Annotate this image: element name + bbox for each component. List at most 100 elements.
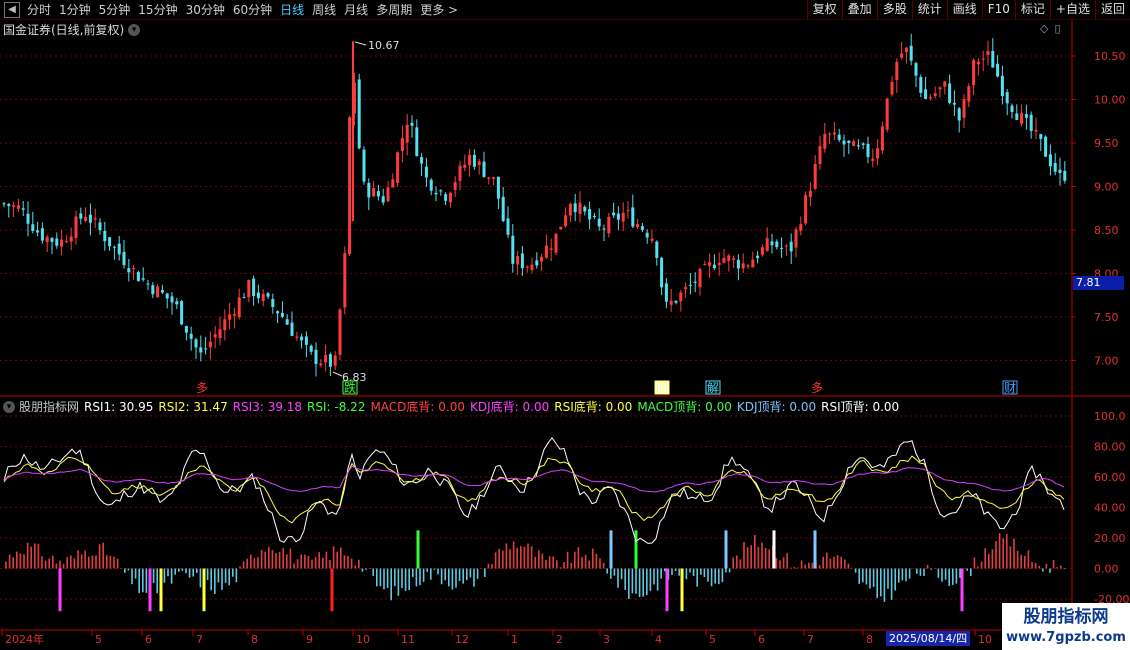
candle-body <box>602 228 606 230</box>
candle-body <box>943 81 947 87</box>
candle-body <box>151 285 155 295</box>
candle-body <box>684 287 688 290</box>
candle-body <box>300 336 304 341</box>
candle-body <box>895 61 899 81</box>
candle-body <box>357 79 361 149</box>
candle-body <box>573 203 577 213</box>
indicator-value: MACD顶背: 0.00 <box>637 400 732 414</box>
candle-body <box>544 245 548 258</box>
candle-body <box>597 218 601 227</box>
candle-body <box>1058 169 1062 173</box>
candle-body <box>199 347 203 353</box>
date-label: 10 <box>978 633 992 646</box>
signal-marker: 多 <box>811 381 823 395</box>
price-tick-label: 7.00 <box>1094 355 1119 368</box>
candle-body <box>496 176 500 199</box>
candle-body <box>660 257 664 288</box>
high-pointer <box>354 41 367 46</box>
candle-body <box>996 63 1000 77</box>
candle-body <box>1010 105 1014 113</box>
candle-body <box>69 236 73 242</box>
price-tick-label: 9.50 <box>1094 137 1119 150</box>
candle-body <box>708 262 712 266</box>
candle-body <box>453 182 457 191</box>
date-label: 6 <box>758 633 765 646</box>
rsi3-line <box>3 465 1065 493</box>
candle-body <box>885 98 889 130</box>
candle-body <box>266 293 270 297</box>
candle-body <box>525 266 529 268</box>
candle-body <box>280 312 284 317</box>
signal-marker: 解 <box>707 381 719 395</box>
candle-body <box>444 194 448 201</box>
candle-body <box>871 158 875 161</box>
candle-body <box>880 126 884 151</box>
signal-marker: 多 <box>196 381 208 395</box>
candle-body <box>564 215 568 227</box>
candle-body <box>501 196 505 222</box>
indicator-legend: ▾ 股朋指标网 RSI1: 30.95 RSI2: 31.47 RSI3: 39.1… <box>3 398 904 415</box>
candle-body <box>1000 75 1004 97</box>
candle-body <box>933 93 937 96</box>
candle-body <box>472 154 476 167</box>
candle-body <box>420 157 424 164</box>
candle-body <box>904 47 908 53</box>
candle-body <box>98 222 102 231</box>
candle-body <box>271 298 275 308</box>
candle-body <box>592 215 596 217</box>
candle-body <box>674 300 678 303</box>
candle-body <box>439 190 443 192</box>
candle-body <box>333 355 337 366</box>
candle-body <box>511 235 515 264</box>
candle-body <box>852 141 856 146</box>
candle-body <box>184 326 188 333</box>
candle-body <box>448 192 452 203</box>
date-label: 11 <box>401 633 415 646</box>
candle-body <box>847 140 851 144</box>
candle-body <box>962 99 966 118</box>
candle-body <box>703 264 707 266</box>
candle-body <box>88 214 92 223</box>
candle-body <box>1029 114 1033 131</box>
candle-body <box>482 161 486 177</box>
candle-body <box>36 230 40 233</box>
candle-body <box>237 297 241 318</box>
candle-body <box>568 203 572 216</box>
candle-body <box>285 319 289 325</box>
candle-body <box>952 102 956 105</box>
candle-body <box>991 51 995 68</box>
candle-body <box>247 280 251 298</box>
candle-body <box>856 145 860 147</box>
candle-body <box>506 218 510 235</box>
candle-body <box>981 58 985 60</box>
candle-body <box>799 223 803 231</box>
stock-chart[interactable]: 10.5010.009.509.008.508.007.507.00100.08… <box>0 0 1130 650</box>
candle-body <box>122 251 126 266</box>
chevron-down-icon[interactable]: ▾ <box>3 400 15 413</box>
candle-body <box>588 209 592 220</box>
candle-body <box>842 140 846 145</box>
candle-body <box>492 177 496 179</box>
candle-body <box>1063 170 1067 181</box>
candle-body <box>372 188 376 197</box>
candle-body <box>367 182 371 198</box>
candle-body <box>386 187 390 202</box>
candle-body <box>108 237 112 247</box>
candle-body <box>1053 162 1057 172</box>
candle-body <box>732 258 736 260</box>
candle-body <box>938 87 942 90</box>
candle-body <box>156 286 160 298</box>
date-label: 3 <box>603 633 610 646</box>
signal-marker: 回 <box>656 381 668 395</box>
candle-body <box>324 354 328 363</box>
indicator-value: RSI3: 39.18 <box>232 399 303 414</box>
date-label: 1 <box>511 633 518 646</box>
candle-body <box>127 268 131 273</box>
candle-body <box>79 213 83 219</box>
candle-body <box>175 301 179 305</box>
candle-body <box>132 267 136 270</box>
candle-body <box>338 309 342 355</box>
candle-body <box>7 203 11 207</box>
candle-body <box>876 148 880 159</box>
candle-body <box>1020 112 1024 124</box>
